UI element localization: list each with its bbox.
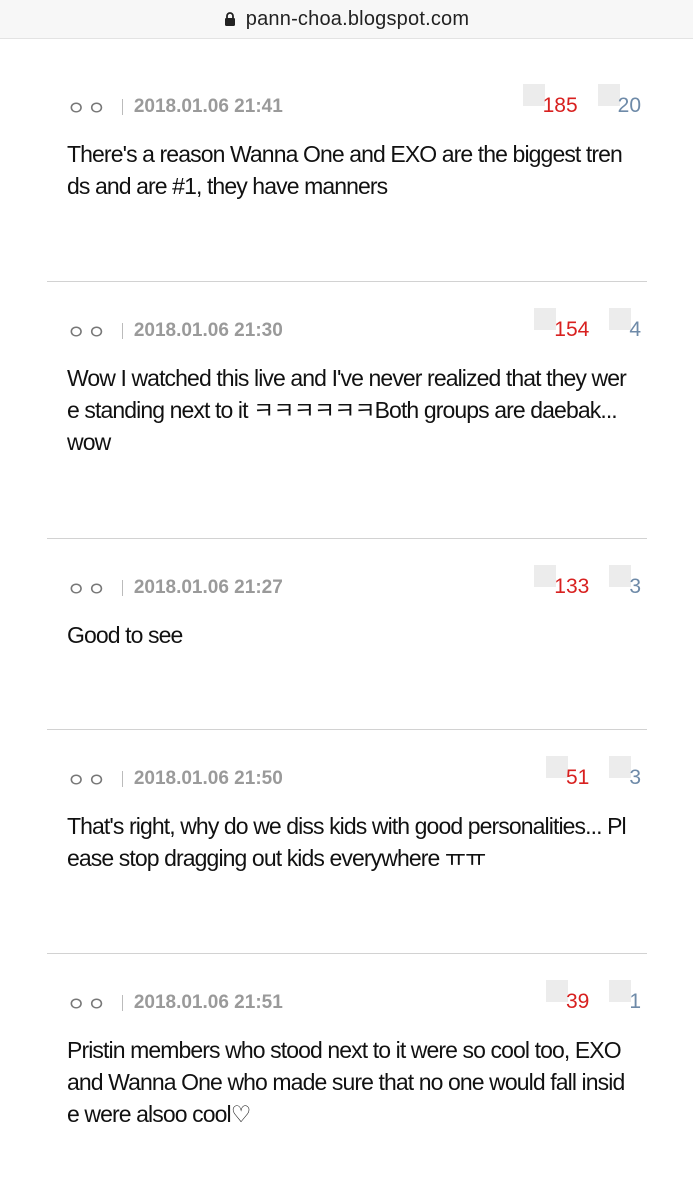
comment-meta: ㅇㅇ 2018.01.06 21:50	[67, 764, 283, 793]
upvote-icon[interactable]	[522, 84, 545, 106]
upvote-count: 133	[554, 575, 590, 598]
comment-date: 2018.01.06 21:41	[133, 95, 283, 117]
meta-divider	[121, 994, 123, 1011]
comment-meta: ㅇㅇ 2018.01.06 21:27	[67, 573, 283, 602]
comment-item: ㅇㅇ 2018.01.06 21:30 154 4 Wow I watched …	[47, 264, 647, 539]
vote-area: 154 4	[534, 308, 647, 341]
upvote-count: 185	[542, 94, 578, 117]
vote-area: 51 3	[545, 756, 647, 789]
comment-meta: ㅇㅇ 2018.01.06 21:51	[67, 988, 283, 1017]
comment-text: That's right, why do we diss kids with g…	[67, 813, 627, 871]
comment-date: 2018.01.06 21:30	[133, 319, 283, 341]
comment-nickname: ㅇㅇ	[67, 322, 108, 344]
comment-date: 2018.01.06 21:51	[133, 991, 283, 1013]
lock-icon	[224, 12, 235, 26]
comment-nickname: ㅇㅇ	[67, 994, 108, 1016]
comment-meta: ㅇㅇ 2018.01.06 21:30	[67, 316, 283, 345]
meta-divider	[121, 322, 123, 339]
upvote-icon[interactable]	[534, 308, 557, 330]
upvote-icon[interactable]	[545, 756, 568, 778]
downvote-count: 3	[629, 766, 641, 789]
downvote-icon[interactable]	[609, 980, 632, 1002]
downvote-icon[interactable]	[609, 308, 632, 330]
comment-date: 2018.01.06 21:27	[133, 576, 283, 598]
comment-item: ㅇㅇ 2018.01.06 21:27 133 3 Good to see	[47, 521, 647, 730]
downvote-icon[interactable]	[609, 565, 632, 587]
meta-divider	[121, 98, 123, 115]
upvote-count: 39	[565, 990, 590, 1013]
comment-item: ㅇㅇ 2018.01.06 21:51 39 1 Pristin members…	[47, 936, 647, 1200]
upvote-count: 51	[565, 766, 590, 789]
comment-meta: ㅇㅇ 2018.01.06 21:41	[67, 92, 283, 121]
vote-area: 133 3	[534, 565, 647, 598]
comment-text: There's a reason Wanna One and EXO are t…	[67, 141, 623, 199]
upvote-icon[interactable]	[534, 565, 557, 587]
comment-nickname: ㅇㅇ	[67, 579, 108, 601]
comment-item: ㅇㅇ 2018.01.06 21:50 51 3 That's right, w…	[47, 712, 647, 954]
meta-divider	[121, 579, 123, 596]
comment-text: Wow I watched this live and I've never r…	[67, 365, 627, 455]
comment-text: Good to see	[67, 622, 183, 648]
downvote-count: 4	[629, 318, 641, 341]
downvote-icon[interactable]	[597, 84, 620, 106]
downvote-count: 1	[629, 990, 641, 1013]
downvote-count: 20	[617, 94, 641, 117]
comment-item: ㅇㅇ 2018.01.06 21:41 185 20 There's a rea…	[47, 40, 647, 282]
comment-text: Pristin members who stood next to it wer…	[67, 1037, 625, 1127]
comment-nickname: ㅇㅇ	[67, 98, 108, 120]
comment-date: 2018.01.06 21:50	[133, 767, 283, 789]
comment-nickname: ㅇㅇ	[67, 770, 108, 792]
upvote-count: 154	[554, 318, 590, 341]
downvote-icon[interactable]	[609, 756, 632, 778]
vote-area: 39 1	[545, 980, 647, 1013]
downvote-count: 3	[629, 575, 641, 598]
url-text: pann-choa.blogspot.com	[245, 7, 470, 30]
meta-divider	[121, 770, 123, 787]
upvote-icon[interactable]	[545, 980, 568, 1002]
url-bar[interactable]: pann-choa.blogspot.com	[0, 0, 693, 39]
vote-area: 185 20	[522, 84, 647, 117]
